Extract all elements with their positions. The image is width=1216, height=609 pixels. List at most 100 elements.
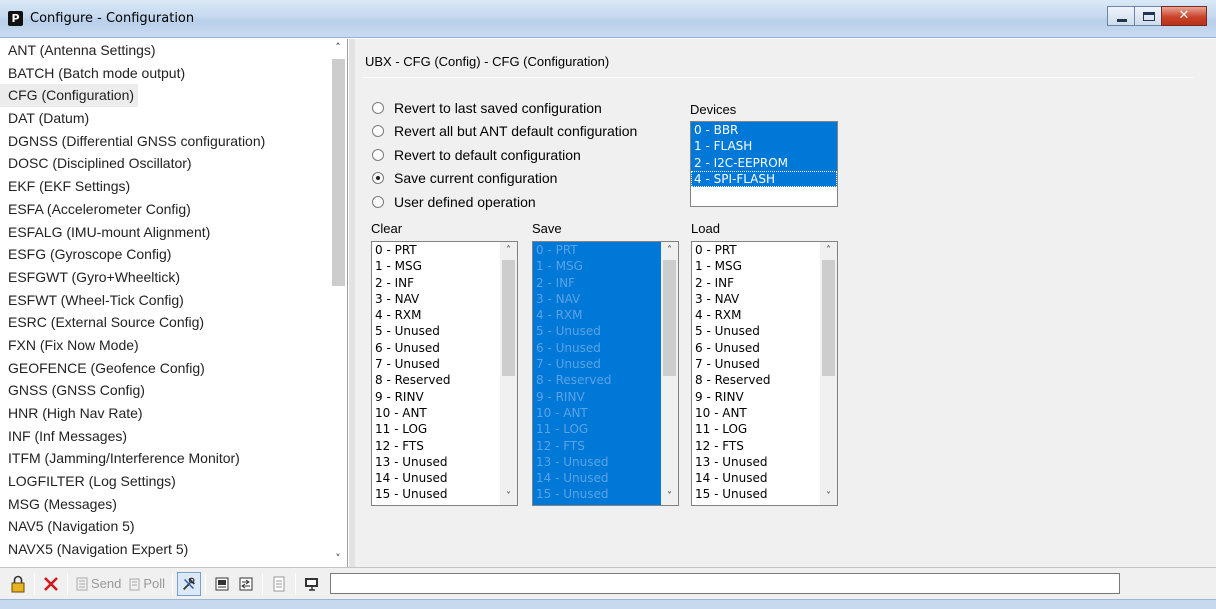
load-section-item[interactable]: 2 - INF — [692, 275, 837, 291]
operation-radio-option[interactable]: Revert to last saved configuration — [372, 96, 637, 120]
radio-button[interactable] — [372, 148, 384, 161]
operation-radio-option[interactable]: User defined operation — [372, 190, 637, 214]
scroll-up-icon[interactable]: ˄ — [661, 242, 678, 259]
clear-section-item[interactable]: 14 - Unused — [372, 470, 517, 486]
device-item[interactable]: 2 - I2C-EEPROM — [691, 154, 837, 171]
devices-listbox[interactable]: 0 - BBR 1 - FLASH 2 - I2C-EEPROM 4 - SPI-FL… — [690, 121, 838, 207]
scroll-down-icon[interactable]: ˅ — [329, 550, 347, 567]
load-section-item[interactable]: 8 - Reserved — [692, 372, 837, 388]
message-list-item[interactable]: ESRC (External Source Config) — [0, 311, 330, 334]
save-section-item[interactable]: 8 - Reserved — [533, 372, 678, 388]
save-section-item[interactable]: 13 - Unused — [533, 454, 678, 470]
save-section-item[interactable]: 4 - RXM — [533, 307, 678, 323]
message-list-item[interactable]: CFG (Configuration) — [0, 84, 330, 108]
load-section-item[interactable]: 10 - ANT — [692, 405, 837, 421]
save-section-item[interactable]: 1 - MSG — [533, 258, 678, 274]
operation-radio-option[interactable]: Revert to default configuration — [372, 143, 637, 167]
radio-button[interactable] — [372, 195, 384, 208]
device-item[interactable]: 0 - BBR — [691, 122, 837, 139]
save-section-item[interactable]: 14 - Unused — [533, 470, 678, 486]
load-section-item[interactable]: 9 - RINV — [692, 389, 837, 405]
save-section-item[interactable]: 15 - Unused — [533, 486, 678, 502]
message-list-item[interactable]: ITFM (Jamming/Interference Monitor) — [0, 447, 330, 470]
message-list-scrollbar[interactable]: ˄ ˅ — [329, 39, 347, 567]
save-section-item[interactable]: 7 - Unused — [533, 356, 678, 372]
load-section-item[interactable]: 12 - FTS — [692, 438, 837, 454]
radio-button[interactable] — [372, 125, 384, 138]
clear-section-item[interactable]: 15 - Unused — [372, 486, 517, 502]
load-scrollbar[interactable]: ˄ ˅ — [820, 242, 837, 505]
close-button[interactable]: ✕ — [1161, 6, 1207, 26]
clear-section-item[interactable]: 5 - Unused — [372, 323, 517, 339]
scroll-up-icon[interactable]: ˄ — [500, 242, 517, 259]
poll-button[interactable]: Poll — [124, 572, 168, 596]
clear-section-item[interactable]: 6 - Unused — [372, 340, 517, 356]
radio-button[interactable] — [372, 172, 384, 185]
scroll-up-icon[interactable]: ˄ — [329, 39, 347, 56]
message-list-item[interactable]: BATCH (Batch mode output) — [0, 62, 330, 85]
clear-section-item[interactable]: 9 - RINV — [372, 389, 517, 405]
send-button[interactable]: Send — [72, 572, 124, 596]
message-list-item[interactable]: GNSS (GNSS Config) — [0, 379, 330, 402]
load-section-item[interactable]: 6 - Unused — [692, 340, 837, 356]
load-section-item[interactable]: 11 - LOG — [692, 421, 837, 437]
clear-section-item[interactable]: 12 - FTS — [372, 438, 517, 454]
save-section-item[interactable]: 0 - PRT — [533, 242, 678, 258]
message-list-item[interactable]: ANT (Antenna Settings) — [0, 39, 330, 62]
message-list-item[interactable]: GEOFENCE (Geofence Config) — [0, 357, 330, 380]
message-list-item[interactable]: DGNSS (Differential GNSS configuration) — [0, 130, 330, 153]
message-list-item[interactable]: FXN (Fix Now Mode) — [0, 334, 330, 357]
save-scrollbar[interactable]: ˄ ˅ — [661, 242, 678, 505]
operation-radio-option[interactable]: Revert all but ANT default configuration — [372, 120, 637, 144]
load-section-item[interactable]: 14 - Unused — [692, 470, 837, 486]
clear-section-item[interactable]: 13 - Unused — [372, 454, 517, 470]
load-section-item[interactable]: 1 - MSG — [692, 258, 837, 274]
device-item[interactable]: 4 - SPI-FLASH — [691, 170, 837, 188]
clear-section-item[interactable]: 4 - RXM — [372, 307, 517, 323]
load-listbox[interactable]: 0 - PRT 1 - MSG 2 - INF 3 - NAV 4 - RXM 5 - U… — [691, 241, 838, 506]
save-section-item[interactable]: 3 - NAV — [533, 291, 678, 307]
load-section-item[interactable]: 4 - RXM — [692, 307, 837, 323]
load-section-item[interactable]: 0 - PRT — [692, 242, 837, 258]
message-list-item[interactable]: DAT (Datum) — [0, 107, 330, 130]
clear-section-item[interactable]: 10 - ANT — [372, 405, 517, 421]
save-section-item[interactable]: 6 - Unused — [533, 340, 678, 356]
clear-section-item[interactable]: 8 - Reserved — [372, 372, 517, 388]
message-list-item[interactable]: ESFALG (IMU-mount Alignment) — [0, 221, 330, 244]
lock-button[interactable] — [6, 572, 30, 596]
clear-section-item[interactable]: 7 - Unused — [372, 356, 517, 372]
load-section-item[interactable]: 13 - Unused — [692, 454, 837, 470]
load-section-item[interactable]: 3 - NAV — [692, 291, 837, 307]
scroll-up-icon[interactable]: ˄ — [820, 242, 837, 259]
message-list[interactable]: ANT (Antenna Settings) BATCH (Batch mode … — [0, 39, 348, 567]
message-list-item[interactable]: ESFWT (Wheel-Tick Config) — [0, 289, 330, 312]
message-list-item[interactable]: ESFA (Accelerometer Config) — [0, 198, 330, 221]
load-section-item[interactable]: 7 - Unused — [692, 356, 837, 372]
scrollbar-thumb[interactable] — [663, 260, 676, 376]
scrollbar-thumb[interactable] — [822, 260, 835, 376]
document-button[interactable] — [267, 572, 291, 596]
save-section-item[interactable]: 10 - ANT — [533, 405, 678, 421]
save-section-item[interactable]: 11 - LOG — [533, 421, 678, 437]
operation-radio-option[interactable]: Save current configuration — [372, 167, 637, 191]
radio-button[interactable] — [372, 101, 384, 114]
message-list-item[interactable]: LOGFILTER (Log Settings) — [0, 470, 330, 493]
transfer-button[interactable] — [234, 572, 258, 596]
message-list-item[interactable]: NAV5 (Navigation 5) — [0, 515, 330, 538]
clear-section-item[interactable]: 11 - LOG — [372, 421, 517, 437]
scroll-down-icon[interactable]: ˅ — [500, 488, 517, 505]
message-list-item[interactable]: ESFG (Gyroscope Config) — [0, 243, 330, 266]
clear-scrollbar[interactable]: ˄ ˅ — [500, 242, 517, 505]
scrollbar-thumb[interactable] — [502, 260, 515, 376]
load-section-item[interactable]: 5 - Unused — [692, 323, 837, 339]
clear-listbox[interactable]: 0 - PRT 1 - MSG 2 - INF 3 - NAV 4 - RXM 5 - U… — [371, 241, 518, 506]
load-section-item[interactable]: 15 - Unused — [692, 486, 837, 502]
device-button[interactable] — [210, 572, 234, 596]
maximize-button[interactable] — [1134, 6, 1162, 26]
clear-section-item[interactable]: 0 - PRT — [372, 242, 517, 258]
save-section-item[interactable]: 5 - Unused — [533, 323, 678, 339]
save-section-item[interactable]: 12 - FTS — [533, 438, 678, 454]
minimize-button[interactable] — [1107, 6, 1135, 26]
scroll-down-icon[interactable]: ˅ — [820, 488, 837, 505]
clear-section-item[interactable]: 1 - MSG — [372, 258, 517, 274]
